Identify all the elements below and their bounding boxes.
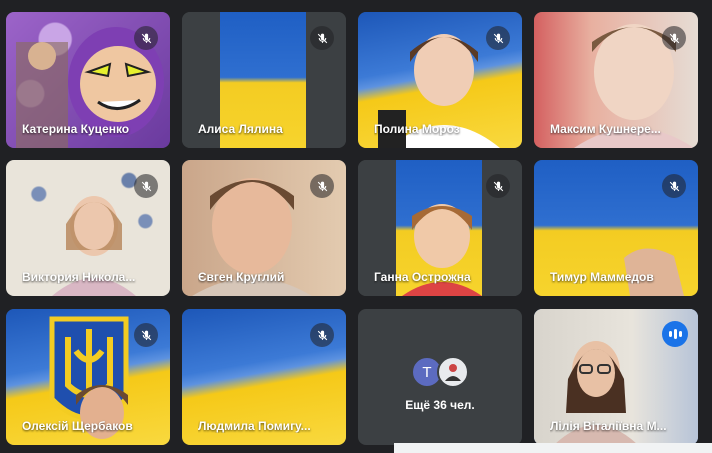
mic-off-icon [310, 174, 334, 198]
participant-name: Катерина Куценко [22, 122, 130, 136]
video-grid: Катерина Куценко Алиса Лялина Полина Мор… [0, 0, 712, 453]
mic-off-icon [486, 174, 510, 198]
mic-off-icon [662, 174, 686, 198]
participant-tile[interactable]: Людмила Помигу... [182, 309, 346, 445]
mic-off-icon [134, 323, 158, 347]
avatar-stack: T [411, 356, 469, 388]
participant-name: Євген Круглий [198, 270, 285, 284]
mic-off-icon [310, 323, 334, 347]
mic-off-icon [662, 26, 686, 50]
participant-name: Людмила Помигу... [198, 419, 311, 433]
participant-tile[interactable]: Євген Круглий [182, 160, 346, 296]
participant-name: Полина Мороз [374, 122, 460, 136]
speaking-indicator-icon [662, 321, 688, 347]
participant-tile[interactable]: Олексій Щербаков [6, 309, 170, 445]
bottom-panel-edge [394, 443, 712, 453]
participant-name: Ганна Острожна [374, 270, 471, 284]
participant-tile-active-speaker[interactable]: Лілія Віталіївна М... [534, 309, 698, 445]
participant-name: Максим Кушнере... [550, 122, 661, 136]
mic-off-icon [134, 174, 158, 198]
participant-name: Лілія Віталіївна М... [550, 419, 667, 433]
participant-name: Олексій Щербаков [22, 419, 133, 433]
participant-tile[interactable]: Полина Мороз [358, 12, 522, 148]
participant-tile[interactable]: Алиса Лялина [182, 12, 346, 148]
mic-off-icon [486, 26, 510, 50]
participant-name: Тимур Маммедов [550, 270, 654, 284]
participant-name: Алиса Лялина [198, 122, 283, 136]
participant-tile[interactable]: Максим Кушнере... [534, 12, 698, 148]
participant-tile[interactable]: Ганна Острожна [358, 160, 522, 296]
participant-name: Виктория Никола... [22, 270, 136, 284]
mic-off-icon [134, 26, 158, 50]
avatar-image-icon [437, 356, 469, 388]
participant-tile[interactable]: Виктория Никола... [6, 160, 170, 296]
mic-off-icon [310, 26, 334, 50]
participant-tile[interactable]: Тимур Маммедов [534, 160, 698, 296]
participant-tile[interactable]: Катерина Куценко [6, 12, 170, 148]
more-participants-label: Ещё 36 чел. [405, 398, 475, 412]
more-participants-tile[interactable]: T Ещё 36 чел. [358, 309, 522, 445]
